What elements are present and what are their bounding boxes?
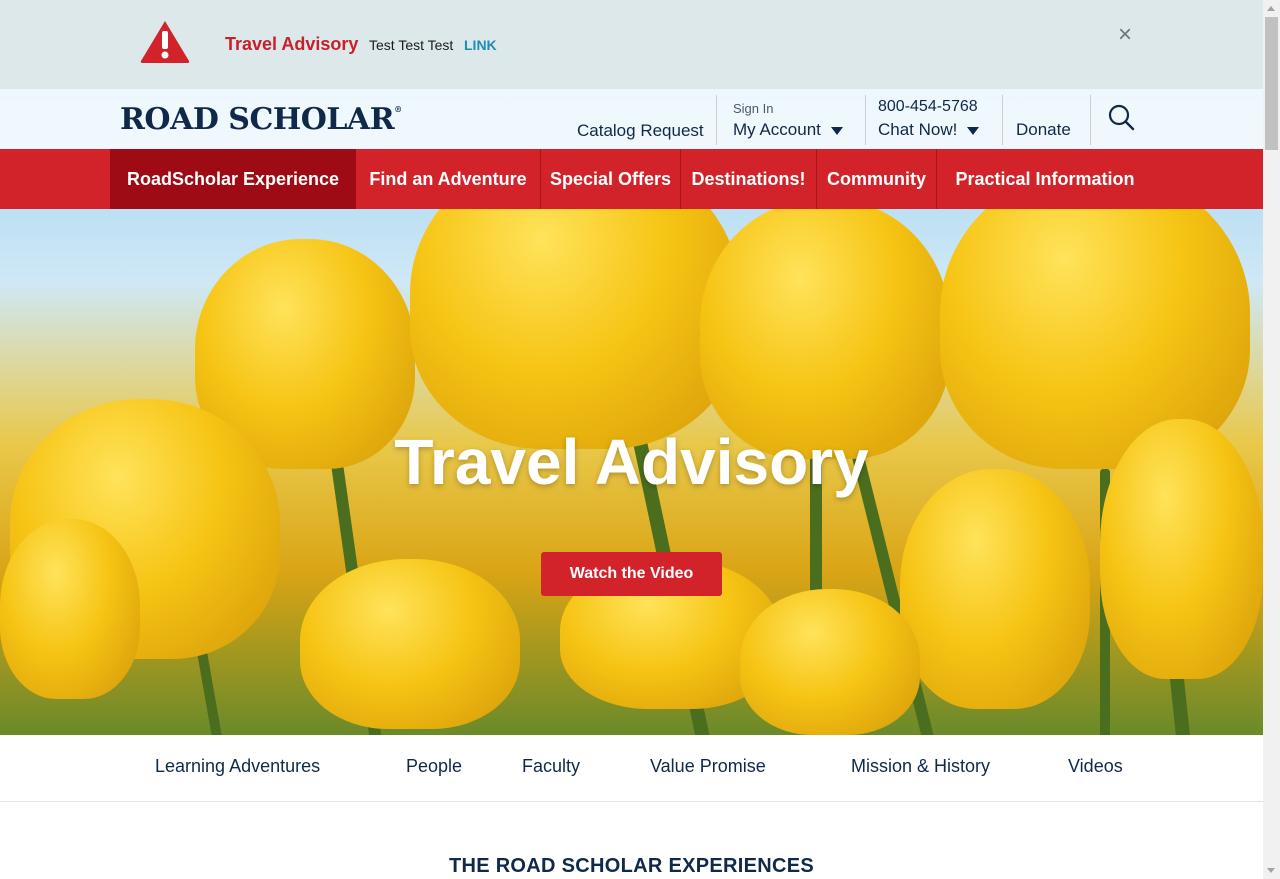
scrollbar-thumb[interactable] bbox=[1265, 17, 1278, 150]
nav-item-special-offers[interactable]: Special Offers bbox=[541, 149, 680, 209]
my-account-dropdown[interactable]: My Account bbox=[733, 120, 843, 140]
scroll-up-arrow-icon[interactable] bbox=[1267, 6, 1275, 11]
header-divider bbox=[865, 95, 866, 145]
main-navigation: RoadScholar Experience Find an Adventure… bbox=[0, 149, 1263, 209]
chevron-down-icon bbox=[967, 126, 980, 135]
nav-item-community[interactable]: Community bbox=[817, 149, 936, 209]
phone-number[interactable]: 800-454-5768 bbox=[878, 98, 978, 116]
subnav-people[interactable]: People bbox=[406, 756, 462, 777]
hero-title: Travel Advisory bbox=[394, 426, 869, 498]
search-icon[interactable] bbox=[1107, 103, 1135, 131]
my-account-label: My Account bbox=[733, 120, 821, 139]
watch-video-button[interactable]: Watch the Video bbox=[541, 552, 722, 596]
header-divider bbox=[716, 95, 717, 145]
chevron-down-icon bbox=[830, 126, 843, 135]
advisory-title: Travel Advisory bbox=[225, 34, 359, 54]
chat-now-dropdown[interactable]: Chat Now! bbox=[878, 120, 980, 140]
subnav-learning-adventures[interactable]: Learning Adventures bbox=[155, 756, 320, 777]
chat-now-label: Chat Now! bbox=[878, 120, 958, 139]
header-divider bbox=[1090, 95, 1091, 145]
catalog-request-link[interactable]: Catalog Request bbox=[577, 121, 704, 141]
nav-item-practical-information[interactable]: Practical Information bbox=[937, 149, 1153, 209]
subnav-mission-history[interactable]: Mission & History bbox=[851, 756, 990, 777]
subnav-value-promise[interactable]: Value Promise bbox=[650, 756, 766, 777]
donate-link[interactable]: Donate bbox=[1016, 120, 1071, 140]
nav-item-find-an-adventure[interactable]: Find an Adventure bbox=[356, 149, 540, 209]
header-divider bbox=[1002, 95, 1003, 145]
warning-triangle-icon bbox=[140, 21, 190, 63]
sign-in-link[interactable]: Sign In bbox=[733, 101, 773, 116]
nav-item-destinations[interactable]: Destinations! bbox=[681, 149, 816, 209]
close-icon[interactable]: × bbox=[1114, 23, 1136, 47]
travel-advisory-banner: Travel Advisory Test Test Test LINK × bbox=[0, 0, 1263, 89]
road-scholar-logo[interactable]: ROAD SCHOLAR® bbox=[120, 102, 402, 137]
sub-navigation: Learning Adventures People Faculty Value… bbox=[0, 735, 1263, 802]
advisory-link[interactable]: LINK bbox=[464, 37, 497, 53]
nav-item-roadscholar-experience[interactable]: RoadScholar Experience bbox=[110, 149, 356, 209]
scroll-down-arrow-icon[interactable] bbox=[1267, 868, 1275, 873]
subnav-videos[interactable]: Videos bbox=[1068, 756, 1123, 777]
advisory-text: Test Test Test bbox=[369, 37, 454, 53]
subnav-faculty[interactable]: Faculty bbox=[522, 756, 580, 777]
section-title: THE ROAD SCHOLAR EXPERIENCES bbox=[448, 855, 815, 877]
